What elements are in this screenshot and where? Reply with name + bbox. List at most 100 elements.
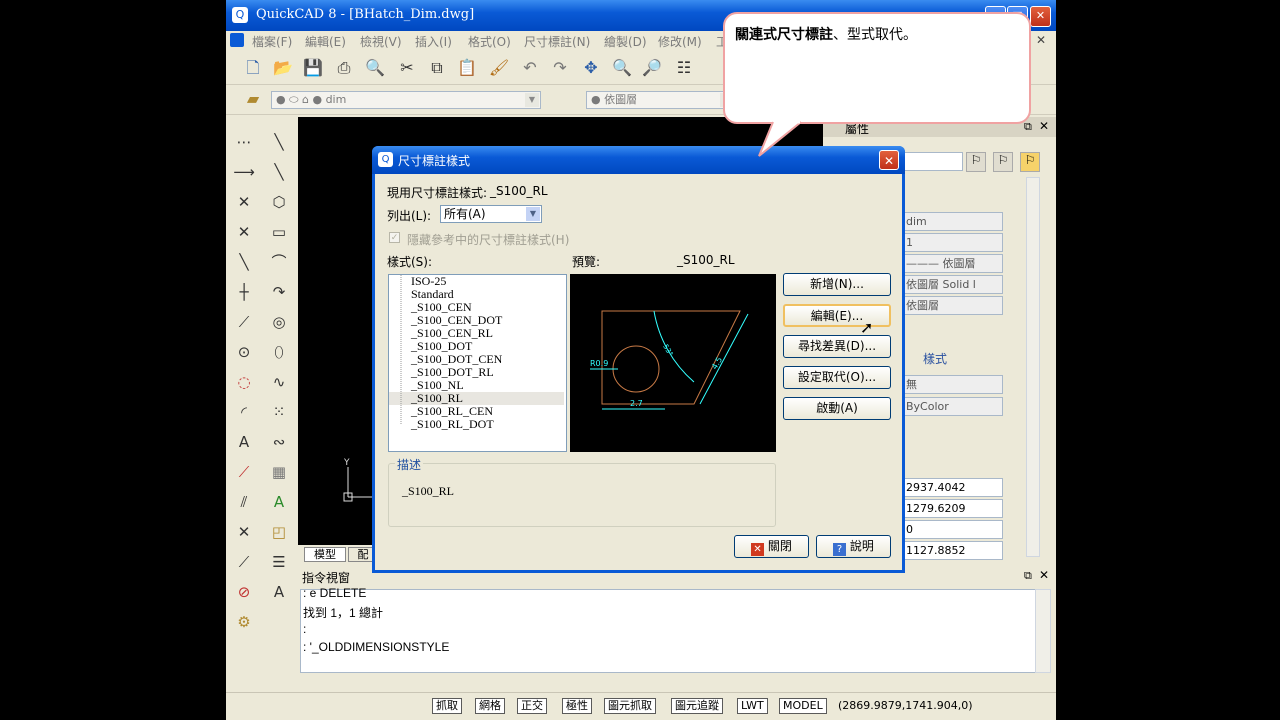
prop-style-1[interactable]: 無 bbox=[903, 375, 1003, 394]
menu-draw[interactable]: 繪製(D) bbox=[604, 33, 647, 50]
pickadd-icon[interactable]: ⚐ bbox=[1020, 152, 1040, 172]
snap-center-icon[interactable]: ⊙ bbox=[231, 339, 257, 365]
command-history[interactable]: : e DELETE 找到 1，1 總計 : : '_OLDDIMENSIONS… bbox=[300, 586, 1037, 673]
prop-style-2[interactable]: ByColor bbox=[903, 397, 1003, 416]
snap-settings-icon[interactable]: ⚙ bbox=[231, 609, 257, 635]
styles-list[interactable]: ISO-25 Standard _S100_CEN _S100_CEN_DOT … bbox=[388, 274, 567, 452]
menu-view[interactable]: 檢視(V) bbox=[360, 33, 402, 50]
command-float-icon[interactable]: ⧉ bbox=[1024, 569, 1032, 583]
color-combo[interactable]: ● 依圖層 ▼ bbox=[586, 91, 736, 109]
arc-icon[interactable]: ⌒ bbox=[266, 249, 292, 275]
prop-linestyle[interactable]: 依圖層 Solid l bbox=[903, 275, 1003, 294]
help-button[interactable]: ? 說明 bbox=[816, 535, 891, 558]
command-close-icon[interactable]: ✕ bbox=[1039, 568, 1049, 582]
status-ortho[interactable]: 正交 bbox=[517, 698, 547, 714]
prop-layer[interactable]: dim bbox=[903, 212, 1003, 231]
menu-modify[interactable]: 修改(M) bbox=[658, 33, 702, 50]
new-file-icon[interactable]: 🗋 bbox=[242, 57, 264, 79]
hide-xref-checkbox[interactable]: ✓ bbox=[389, 232, 400, 243]
selection-combo[interactable] bbox=[903, 152, 963, 171]
command-scrollbar[interactable] bbox=[1035, 589, 1051, 673]
close-icon[interactable]: ✕ bbox=[1030, 6, 1051, 27]
menu-format[interactable]: 格式(O) bbox=[468, 33, 511, 50]
prop-length[interactable]: 1127.8852 bbox=[903, 541, 1003, 560]
dialog-close-icon[interactable]: ✕ bbox=[879, 150, 899, 170]
snap-perp-icon[interactable]: ╲ bbox=[231, 249, 257, 275]
status-model[interactable]: MODEL bbox=[779, 698, 827, 714]
xline-icon[interactable]: ╲ bbox=[266, 159, 292, 185]
zoom-realtime-icon[interactable]: 🔍 bbox=[611, 57, 633, 79]
menu-edit[interactable]: 編輯(E) bbox=[305, 33, 346, 50]
spline-icon[interactable]: ∿ bbox=[266, 369, 292, 395]
circle-icon[interactable]: ◎ bbox=[266, 309, 292, 335]
freehand-icon[interactable]: ∾ bbox=[266, 429, 292, 455]
polygon-icon[interactable]: ⬡ bbox=[266, 189, 292, 215]
arc-3p-icon[interactable]: ↷ bbox=[266, 279, 292, 305]
snap-none-icon[interactable]: ⊘ bbox=[231, 579, 257, 605]
select-objects-icon[interactable]: ⚐ bbox=[993, 152, 1013, 172]
dim-angular-icon[interactable]: ✕ bbox=[231, 519, 257, 545]
prop-linetype[interactable]: ——— 依圖層 bbox=[903, 254, 1003, 273]
rectangle-icon[interactable]: ▭ bbox=[266, 219, 292, 245]
save-icon[interactable]: 💾 bbox=[302, 57, 324, 79]
menu-file[interactable]: 檔案(F) bbox=[252, 33, 292, 50]
print-icon[interactable]: ⎙ bbox=[333, 57, 355, 79]
override-button[interactable]: 設定取代(O)... bbox=[783, 366, 891, 389]
tab-model[interactable]: 模型 bbox=[304, 547, 346, 562]
properties-icon[interactable]: ☷ bbox=[673, 57, 695, 79]
menu-dimension[interactable]: 尺寸標註(N) bbox=[524, 33, 590, 50]
snap-tangent-icon[interactable]: ┼ bbox=[231, 279, 257, 305]
hatch-icon[interactable]: ▦ bbox=[266, 459, 292, 485]
points-icon[interactable]: ⁙ bbox=[266, 399, 292, 425]
dim-linear-icon[interactable]: ⟋ bbox=[231, 459, 257, 485]
match-properties-icon[interactable]: 🖌 bbox=[488, 57, 510, 79]
prop-y[interactable]: 1279.6209 bbox=[903, 499, 1003, 518]
menu-insert[interactable]: 插入(I) bbox=[415, 33, 452, 50]
dim-aligned-icon[interactable]: ⫽ bbox=[231, 489, 257, 515]
prop-value[interactable]: 1 bbox=[903, 233, 1003, 252]
zoom-window-icon[interactable]: 🔎 bbox=[641, 57, 663, 79]
snap-endpoint-icon[interactable]: ✕ bbox=[231, 189, 257, 215]
open-file-icon[interactable]: 📂 bbox=[272, 57, 294, 79]
status-osnap[interactable]: 圖元抓取 bbox=[604, 698, 656, 714]
undo-icon[interactable]: ↶ bbox=[519, 57, 541, 79]
region-icon[interactable]: ◰ bbox=[266, 519, 292, 545]
mtext-icon[interactable]: ☰ bbox=[266, 549, 292, 575]
ray-icon[interactable]: ⟶ bbox=[231, 159, 257, 185]
pan-icon[interactable]: ✥ bbox=[580, 57, 602, 79]
redo-icon[interactable]: ↷ bbox=[549, 57, 571, 79]
layer-combo[interactable]: ● ⬭ ⌂ ● dim ▼ bbox=[271, 91, 541, 109]
float-icon[interactable]: ⧉ bbox=[1024, 120, 1032, 134]
status-polar[interactable]: 極性 bbox=[562, 698, 592, 714]
prop-x[interactable]: 2937.4042 bbox=[903, 478, 1003, 497]
snap-quadrant-icon[interactable]: ◌ bbox=[231, 369, 257, 395]
text-tool-icon[interactable]: A bbox=[231, 429, 257, 455]
status-otrack[interactable]: 圖元追蹤 bbox=[671, 698, 723, 714]
list-filter-select[interactable]: 所有(A) ▼ bbox=[440, 205, 542, 223]
copy-icon[interactable]: ⧉ bbox=[426, 57, 448, 79]
edit-style-button[interactable]: 編輯(E)... bbox=[783, 304, 891, 327]
cut-icon[interactable]: ✂ bbox=[396, 57, 418, 79]
status-lwt[interactable]: LWT bbox=[737, 698, 768, 714]
status-snap[interactable]: 抓取 bbox=[432, 698, 462, 714]
paste-icon[interactable]: 📋 bbox=[456, 57, 478, 79]
print-preview-icon[interactable]: 🔍 bbox=[364, 57, 386, 79]
ellipse-icon[interactable]: ⬯ bbox=[266, 339, 292, 365]
compare-button[interactable]: 尋找差異(D)... bbox=[783, 335, 891, 358]
snap-intersect-icon[interactable]: ✕ bbox=[231, 219, 257, 245]
close-dialog-button[interactable]: ✕ 關閉 bbox=[734, 535, 809, 558]
props-close-icon[interactable]: ✕ bbox=[1039, 119, 1049, 133]
layer-manager-icon[interactable]: ▰ bbox=[242, 88, 264, 110]
doc-close-icon[interactable]: ✕ bbox=[1036, 33, 1046, 47]
single-text-icon[interactable]: A bbox=[266, 579, 292, 605]
new-style-button[interactable]: 新增(N)... bbox=[783, 273, 891, 296]
point-icon[interactable]: ⋯ bbox=[231, 129, 257, 155]
line-icon[interactable]: ╲ bbox=[266, 129, 292, 155]
status-grid[interactable]: 網格 bbox=[475, 698, 505, 714]
snap-nearest-icon[interactable]: ⟋ bbox=[231, 309, 257, 335]
set-current-button[interactable]: 啟動(A) bbox=[783, 397, 891, 420]
snap-arc-icon[interactable]: ◜ bbox=[231, 399, 257, 425]
add-text-icon[interactable]: A bbox=[266, 489, 292, 515]
quick-select-icon[interactable]: ⚐ bbox=[966, 152, 986, 172]
props-scrollbar[interactable] bbox=[1026, 177, 1040, 557]
